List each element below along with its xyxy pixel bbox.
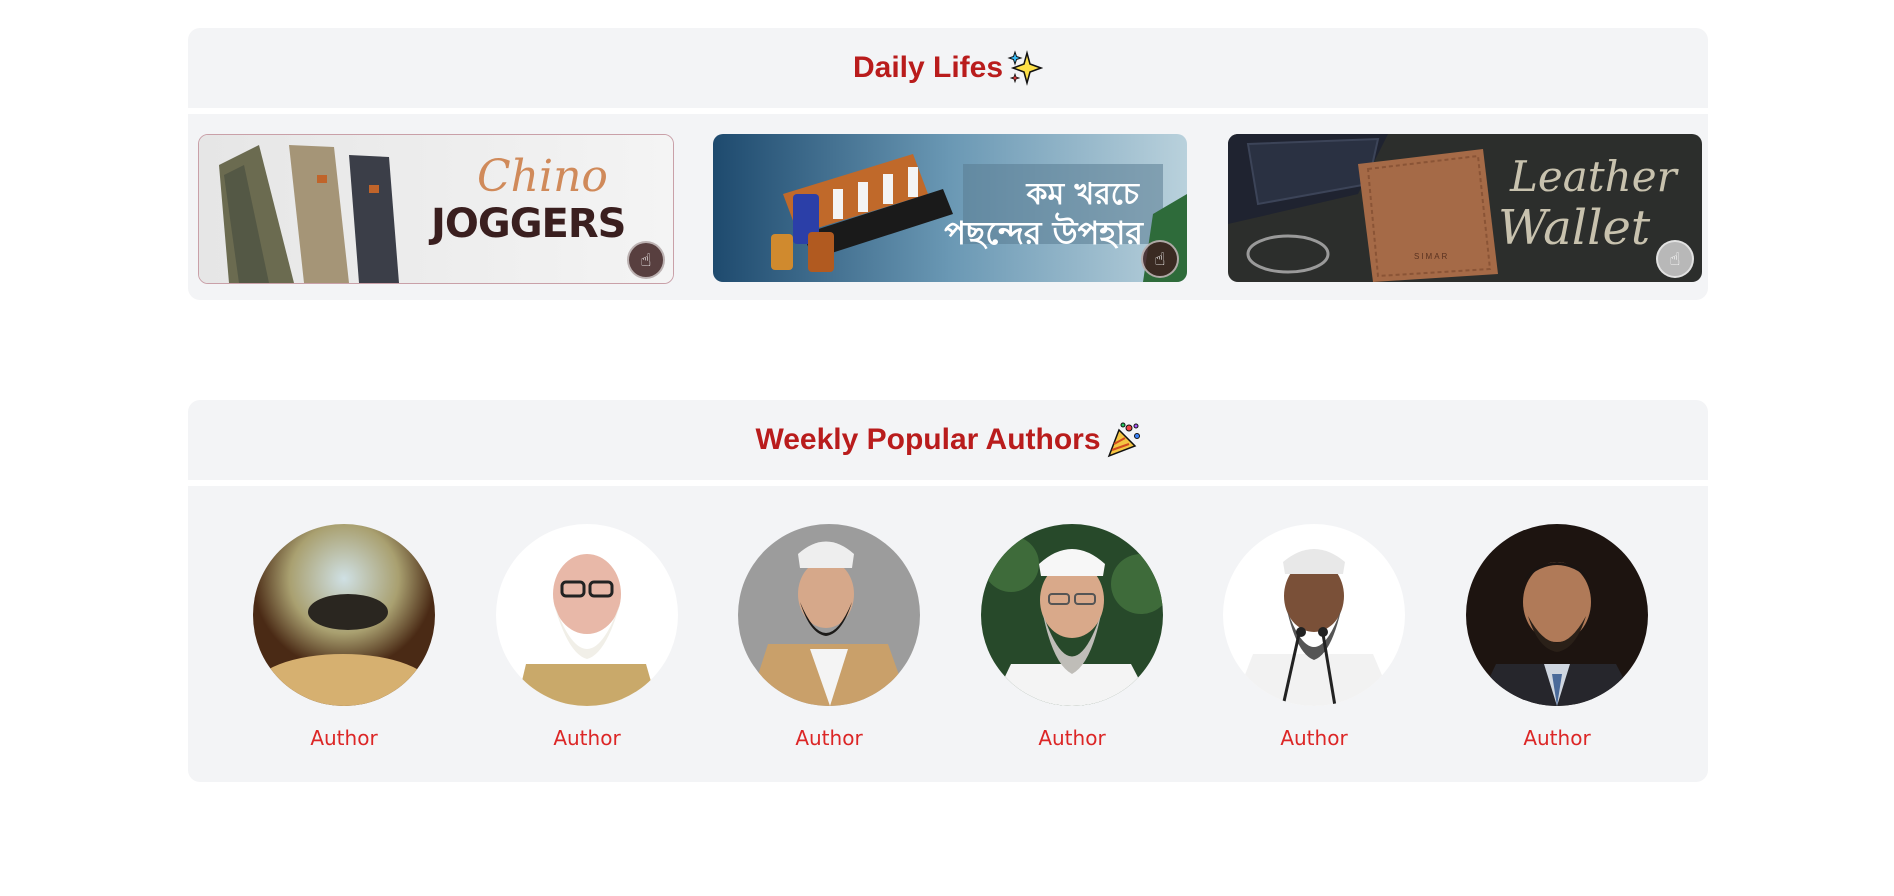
author-avatar [1466, 524, 1648, 706]
author-card[interactable]: Author [1466, 524, 1648, 750]
weekly-authors-header: Weekly Popular Authors [188, 400, 1708, 486]
author-avatar [981, 524, 1163, 706]
sparkles-icon [1007, 50, 1044, 86]
weekly-authors-title: Weekly Popular Authors [755, 422, 1140, 458]
daily-lifes-title: Daily Lifes [852, 50, 1044, 86]
banner-leather-wallet[interactable]: SIMAR Leather Wallet ☝ [1228, 134, 1702, 282]
banner-joggers-text: JOGGERS [431, 201, 626, 247]
author-card[interactable]: Author [981, 524, 1163, 750]
author-name[interactable]: Author [1223, 726, 1405, 750]
author-avatar [253, 524, 435, 706]
hand-pointer-icon: ☝ [1141, 240, 1179, 278]
author-avatar [1223, 524, 1405, 706]
author-card[interactable]: Author [253, 524, 435, 750]
party-popper-icon [1107, 422, 1140, 458]
daily-lifes-title-text: Daily Lifes [852, 51, 1004, 84]
weekly-authors-title-text: Weekly Popular Authors [755, 423, 1101, 456]
banner-chino-joggers[interactable]: Chino JOGGERS ☝ [198, 134, 674, 284]
hand-pointer-icon: ☝ [627, 241, 665, 279]
author-name[interactable]: Author [1466, 726, 1648, 750]
author-avatar [496, 524, 678, 706]
author-name[interactable]: Author [253, 726, 435, 750]
author-name[interactable]: Author [496, 726, 678, 750]
banner-wallet-line2: Wallet [1498, 200, 1651, 256]
author-card[interactable]: Author [738, 524, 920, 750]
author-name[interactable]: Author [738, 726, 920, 750]
banner-perfume-gift[interactable]: কম খরচে পছন্দের উপহার ☝ [713, 134, 1187, 282]
author-card[interactable]: Author [1223, 524, 1405, 750]
daily-lifes-section: Daily Lifes Chino JOGGERS ☝ কম খরচে পছন্… [188, 28, 1708, 300]
daily-lifes-header: Daily Lifes [188, 28, 1708, 114]
author-name[interactable]: Author [981, 726, 1163, 750]
hand-pointer-icon: ☝ [1656, 240, 1694, 278]
banner-wallet-line1: Leather [1510, 152, 1677, 201]
author-card[interactable]: Author [496, 524, 678, 750]
banner-perfume-line2: পছন্দের উপহার [944, 214, 1143, 252]
weekly-popular-authors-section: Weekly Popular Authors Author Author Aut… [188, 400, 1708, 782]
banner-chino-script: Chino [477, 151, 608, 202]
author-avatar [738, 524, 920, 706]
banner-wallet-brand: SIMAR [1414, 252, 1450, 261]
